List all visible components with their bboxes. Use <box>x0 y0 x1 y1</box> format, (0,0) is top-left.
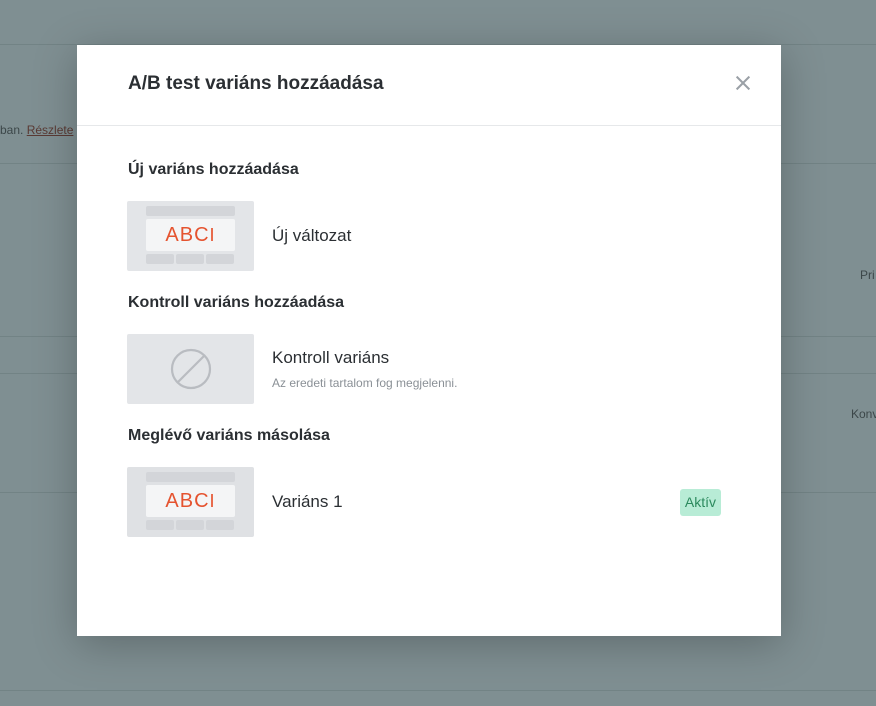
modal-header: A/B test variáns hozzáadása <box>77 45 781 126</box>
control-variant-label: Kontroll variáns <box>272 348 390 367</box>
copy-variant-section-title: Meglévő variáns másolása <box>128 427 330 444</box>
control-variant-description: Az eredeti tartalom fog megjelenni. <box>272 376 458 390</box>
abc-text-icon: ABCI <box>165 224 216 246</box>
ban-icon <box>170 348 212 390</box>
control-variant-thumbnail <box>127 334 254 404</box>
bg-text-right-1: Pri <box>860 268 875 282</box>
control-variant-section-title: Kontroll variáns hozzáadása <box>128 294 345 311</box>
new-variant-option[interactable]: ABCI Új változat <box>127 201 721 272</box>
close-icon[interactable] <box>733 73 753 93</box>
bg-text-left: ban. Részlete <box>0 123 74 137</box>
modal-title: A/B test variáns hozzáadása <box>128 73 384 94</box>
control-variant-option[interactable]: Kontroll variáns Az eredeti tartalom fog… <box>127 334 721 405</box>
copy-variant-label: Variáns 1 <box>272 492 343 511</box>
bg-text-right-2: Konv <box>851 407 876 421</box>
copy-variant-thumbnail: ABCI <box>127 467 254 537</box>
bg-details-link: Részlete <box>26 123 74 137</box>
copy-variant-option[interactable]: ABCI Variáns 1 Aktív <box>127 467 721 538</box>
abc-text-icon: ABCI <box>165 490 216 512</box>
new-variant-label: Új változat <box>272 226 352 245</box>
new-variant-thumbnail: ABCI <box>127 201 254 271</box>
active-status-badge: Aktív <box>679 489 721 516</box>
ab-test-modal: A/B test variáns hozzáadása Új variáns h… <box>77 45 781 636</box>
bg-divider <box>0 690 876 691</box>
new-variant-section-title: Új variáns hozzáadása <box>128 161 299 178</box>
